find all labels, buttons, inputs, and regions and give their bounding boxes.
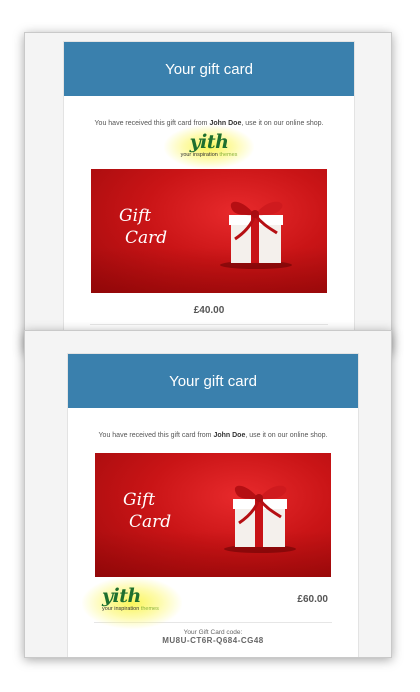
logo-price-row: yith your inspiration themes £60.00 — [68, 577, 358, 629]
gift-card-caption: Gift Card — [123, 490, 172, 532]
logo-wordmark: yith — [189, 131, 229, 153]
gift-card-code-label: Your Gift Card code: — [183, 629, 243, 636]
email-header: Your gift card — [64, 42, 354, 96]
gift-box-icon — [220, 201, 292, 269]
yith-logo: yith your inspiration themes — [82, 577, 182, 629]
email-header: Your gift card — [68, 354, 358, 408]
gift-card-amount: £60.00 — [297, 594, 328, 605]
gift-card-image: Gift Card — [95, 453, 331, 577]
gift-card-image: Gift Card — [91, 169, 327, 293]
gift-card-caption: Gift Card — [119, 206, 168, 248]
email-preview-2: Your gift card You have received this gi… — [24, 330, 392, 658]
divider — [90, 324, 328, 325]
email-preview-1: Your gift card You have received this gi… — [24, 32, 392, 352]
yith-logo: yith your inspiration themes — [64, 125, 354, 169]
logo-tagline: your inspiration themes — [102, 606, 159, 612]
intro-text: You have received this gift card from Jo… — [98, 432, 328, 439]
logo-wordmark: yith — [102, 585, 141, 607]
logo-tagline: your inspiration themes — [180, 152, 238, 158]
email-body: Your gift card You have received this gi… — [63, 41, 355, 351]
gift-card-code: MU8U-CT6R-Q684-CG48 — [162, 636, 264, 645]
email-title: Your gift card — [169, 372, 257, 390]
gift-card-amount: £40.00 — [193, 305, 225, 316]
gift-box-icon — [224, 485, 296, 553]
email-title: Your gift card — [165, 60, 253, 78]
email-body: Your gift card You have received this gi… — [67, 353, 359, 657]
sender-name: John Doe — [213, 432, 246, 439]
